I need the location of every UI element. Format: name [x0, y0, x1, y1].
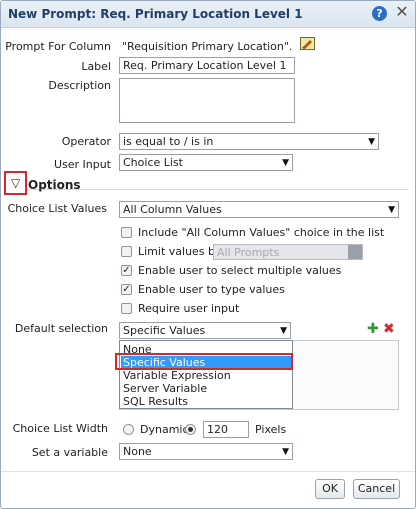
include-all-values-checkbox[interactable] [121, 227, 132, 238]
chevron-down-icon: ▼ [282, 447, 289, 457]
user-input-select[interactable]: Choice List ▼ [119, 154, 293, 171]
require-input-label: Require user input [138, 302, 240, 315]
options-heading: Options [28, 178, 81, 192]
chevron-down-icon: ▼ [280, 326, 287, 336]
options-divider [27, 189, 409, 190]
description-label: Description [48, 79, 111, 92]
edit-pencil-icon [302, 40, 312, 49]
set-variable-label: Set a variable [31, 446, 108, 459]
dropdown-option-variable-expression[interactable]: Variable Expression [123, 369, 231, 382]
default-selection-value: Specific Values [123, 324, 206, 337]
user-input-label: User Input [53, 158, 111, 171]
prompt-for-column-value: "Requisition Primary Location"."Rec [122, 40, 292, 53]
dialog-title: New Prompt: Req. Primary Location Level … [8, 7, 303, 21]
footer-divider [1, 471, 415, 472]
limit-values-label: Limit values by [138, 245, 222, 258]
dropdown-option-sql-results[interactable]: SQL Results [123, 395, 188, 408]
cancel-button[interactable]: Cancel [353, 479, 400, 499]
close-icon[interactable]: ✕ [394, 4, 410, 20]
specific-values-highlight [115, 353, 293, 370]
chevron-down-icon: ▼ [388, 205, 395, 215]
delete-icon[interactable]: ✖ [383, 321, 395, 337]
set-variable-value: None [123, 445, 152, 458]
label-input[interactable]: Req. Primary Location Level 1 [119, 57, 295, 74]
user-input-select-value: Choice List [123, 156, 183, 169]
operator-select[interactable]: is equal to / is in ▼ [119, 133, 379, 150]
help-icon[interactable]: ? [372, 6, 387, 21]
chevron-down-icon: ▼ [282, 158, 289, 168]
type-values-checkbox[interactable]: ✓ [121, 284, 132, 295]
default-selection-dropdown: None Specific Values Variable Expression… [119, 340, 293, 409]
add-icon[interactable]: ✚ [367, 321, 379, 337]
choice-list-values-select[interactable]: All Column Values ▼ [119, 201, 399, 218]
new-prompt-dialog: New Prompt: Req. Primary Location Level … [0, 0, 416, 509]
limit-values-select-value: All Prompts [217, 246, 280, 259]
prompt-for-column-label: Prompt For Column [5, 40, 111, 53]
operator-label: Operator [61, 135, 111, 148]
multiple-values-label: Enable user to select multiple values [138, 264, 342, 277]
dynamic-radio[interactable] [123, 424, 134, 435]
pixels-label: Pixels [255, 423, 287, 436]
set-variable-select[interactable]: None ▼ [119, 443, 293, 460]
choice-list-values-label: Choice List Values [7, 202, 107, 215]
dynamic-label: Dynamic [140, 423, 189, 436]
ok-button[interactable]: OK [315, 479, 345, 499]
choice-list-values-value: All Column Values [123, 203, 222, 216]
multiple-values-checkbox[interactable]: ✓ [121, 265, 132, 276]
description-textarea[interactable] [119, 78, 295, 123]
choice-list-width-label: Choice List Width [12, 422, 108, 435]
dropdown-option-server-variable[interactable]: Server Variable [123, 382, 207, 395]
label-field-label: Label [81, 60, 111, 73]
operator-select-value: is equal to / is in [123, 135, 214, 148]
chevron-down-icon: ▼ [368, 137, 375, 147]
edit-column-icon[interactable] [300, 37, 315, 50]
limit-values-select: All Prompts [213, 244, 363, 260]
width-input[interactable]: 120 [203, 421, 249, 438]
fixed-width-radio[interactable] [185, 424, 196, 435]
require-input-checkbox[interactable] [121, 303, 132, 314]
default-selection-select[interactable]: Specific Values ▼ [119, 322, 291, 339]
limit-values-checkbox[interactable] [121, 246, 132, 257]
include-all-values-label: Include "All Column Values" choice in th… [138, 226, 385, 239]
type-values-label: Enable user to type values [138, 283, 285, 296]
options-toggle-icon[interactable]: ▽ [11, 176, 20, 190]
default-selection-label: Default selection [14, 322, 108, 335]
